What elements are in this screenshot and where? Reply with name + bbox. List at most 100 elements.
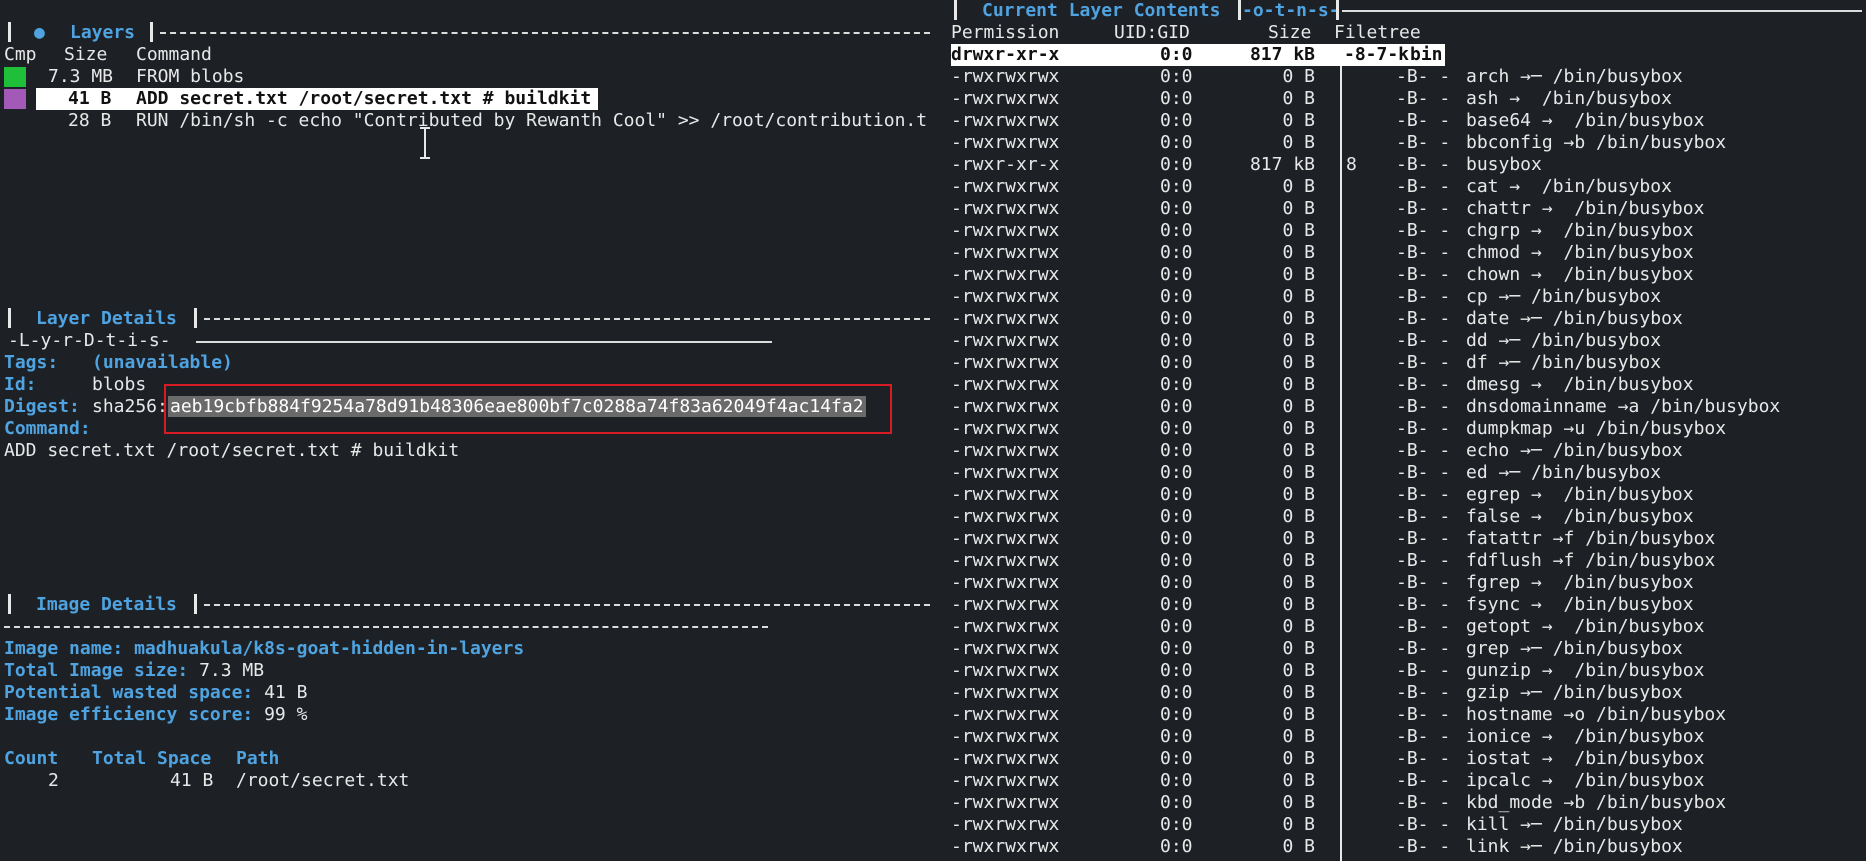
- image-details-title: Image Details: [36, 594, 177, 615]
- file-permission: -rwxrwxrwx: [951, 352, 1060, 373]
- file-name: bbconfig →b /bin/busybox: [1466, 132, 1727, 153]
- file-name: cp →─ /bin/busybox: [1466, 286, 1662, 307]
- file-size: 0 B: [1282, 616, 1315, 637]
- file-name: grep →─ /bin/busybox: [1466, 638, 1683, 659]
- file-permission: -rwxrwxrwx: [951, 550, 1060, 571]
- wasted-space-row: Potential wasted space: 41 B: [4, 682, 307, 704]
- digest-value[interactable]: aeb19cbfb884f9254a78d91b48306eae800bf7c0…: [168, 396, 866, 418]
- file-permission: -rwxrwxrwx: [951, 330, 1060, 351]
- file-size: 0 B: [1282, 88, 1315, 109]
- file-tree-prefix: -B- -: [1396, 396, 1451, 417]
- contents-header-uid: UID:GID: [1114, 22, 1190, 43]
- title-divider: [1336, 0, 1339, 20]
- file-size: 0 B: [1282, 572, 1315, 593]
- contents-title-rule: [1342, 10, 1862, 12]
- file-uid-gid: 0:0: [1160, 704, 1193, 725]
- file-tree-prefix: -B- -: [1396, 264, 1451, 285]
- file-size: 0 B: [1282, 352, 1315, 373]
- file-name: dmesg → /bin/busybox: [1466, 374, 1694, 395]
- file-name: ash → /bin/busybox: [1466, 88, 1672, 109]
- file-uid-gid: 0:0: [1160, 44, 1193, 65]
- file-permission: -rwxrwxrwx: [951, 440, 1060, 461]
- file-size: 0 B: [1282, 594, 1315, 615]
- image-name-label: Image name:: [4, 638, 124, 659]
- contents-title: Current Layer Contents: [982, 0, 1221, 21]
- file-permission: -rwxrwxrwx: [951, 770, 1060, 791]
- file-permission: -rwxrwxrwx: [951, 616, 1060, 637]
- file-tree-prefix: -B- -: [1396, 286, 1451, 307]
- file-uid-gid: 0:0: [1160, 528, 1193, 549]
- wasted-space-label: Potential wasted space:: [4, 682, 254, 703]
- file-name: bin: [1410, 44, 1443, 65]
- file-uid-gid: 0:0: [1160, 110, 1193, 131]
- filetree-column-divider: [1340, 44, 1342, 861]
- file-name: fatattr →f /bin/busybox: [1466, 528, 1716, 549]
- file-uid-gid: 0:0: [1160, 220, 1193, 241]
- file-size: 0 B: [1282, 506, 1315, 527]
- image-size-label: Total Image size:: [4, 660, 189, 681]
- file-size: 0 B: [1282, 374, 1315, 395]
- file-name: gzip →─ /bin/busybox: [1466, 682, 1683, 703]
- file-name: kill →─ /bin/busybox: [1466, 814, 1683, 835]
- file-permission: drwxr-xr-x: [951, 44, 1060, 65]
- file-size: 0 B: [1282, 748, 1315, 769]
- file-permission: -rwxrwxrwx: [951, 110, 1060, 131]
- pane-border: [954, 0, 957, 20]
- layer-size: 41 B: [68, 88, 112, 109]
- file-uid-gid: 0:0: [1160, 550, 1193, 571]
- file-permission: -rwxrwxrwx: [951, 660, 1060, 681]
- file-size: 0 B: [1282, 198, 1315, 219]
- file-tree-prefix: -B- -: [1396, 660, 1451, 681]
- command-label: Command:: [4, 418, 91, 439]
- file-name: iostat → /bin/busybox: [1466, 748, 1705, 769]
- file-tree-prefix: -B- -: [1396, 330, 1451, 351]
- file-name: base64 → /bin/busybox: [1466, 110, 1705, 131]
- layer-size: 7.3 MB: [48, 66, 114, 87]
- file-permission: -rwxrwxrwx: [951, 748, 1060, 769]
- file-uid-gid: 0:0: [1160, 792, 1193, 813]
- file-tree-prefix: -B- -: [1396, 704, 1451, 725]
- layer-details-title-rule: [204, 318, 930, 320]
- file-size: 0 B: [1282, 726, 1315, 747]
- file-uid-gid: 0:0: [1160, 176, 1193, 197]
- file-tree-prefix: -B- -: [1396, 154, 1451, 175]
- file-name: cat → /bin/busybox: [1466, 176, 1672, 197]
- file-name: getopt → /bin/busybox: [1466, 616, 1705, 637]
- subtitle-rule: [196, 341, 772, 343]
- image-details-subrule: [4, 626, 768, 628]
- file-tree-prefix: -B- -: [1396, 66, 1451, 87]
- file-name: hostname →o /bin/busybox: [1466, 704, 1727, 725]
- file-permission: -rwxrwxrwx: [951, 396, 1060, 417]
- file-name: date →─ /bin/busybox: [1466, 308, 1683, 329]
- file-permission: -rwxrwxrwx: [951, 792, 1060, 813]
- file-name: busybox: [1466, 154, 1542, 175]
- image-size-row: Total Image size: 7.3 MB: [4, 660, 264, 682]
- file-name: kbd_mode →b /bin/busybox: [1466, 792, 1727, 813]
- file-permission: -rwxrwxrwx: [951, 572, 1060, 593]
- wasted-space-value: 41 B: [264, 682, 308, 703]
- file-uid-gid: 0:0: [1160, 726, 1193, 747]
- file-name: false → /bin/busybox: [1466, 506, 1694, 527]
- file-uid-gid: 0:0: [1160, 462, 1193, 483]
- file-tree-prefix: -B- -: [1396, 418, 1451, 439]
- file-permission: -rwxrwxrwx: [951, 528, 1060, 549]
- image-name-row: Image name: madhuakula/k8s-goat-hidden-i…: [4, 638, 524, 660]
- image-size-value: 7.3 MB: [199, 660, 265, 681]
- file-tree-prefix: -B- -: [1396, 308, 1451, 329]
- wasted-header-path: Path: [236, 748, 280, 769]
- file-permission: -rwxrwxrwx: [951, 198, 1060, 219]
- file-size: 0 B: [1282, 814, 1315, 835]
- file-uid-gid: 0:0: [1160, 308, 1193, 329]
- file-uid-gid: 0:0: [1160, 286, 1193, 307]
- file-uid-gid: 0:0: [1160, 682, 1193, 703]
- digest-label: Digest:: [4, 396, 80, 417]
- file-name: gunzip → /bin/busybox: [1466, 660, 1705, 681]
- file-uid-gid: 0:0: [1160, 506, 1193, 527]
- file-tree-prefix: -B- -: [1396, 836, 1451, 857]
- file-name: chown → /bin/busybox: [1466, 264, 1694, 285]
- id-value: blobs: [92, 374, 147, 395]
- layers-title: Layers: [70, 22, 136, 43]
- file-extra: 8: [1346, 154, 1357, 175]
- file-permission: -rwxrwxrwx: [951, 176, 1060, 197]
- file-name: chattr → /bin/busybox: [1466, 198, 1705, 219]
